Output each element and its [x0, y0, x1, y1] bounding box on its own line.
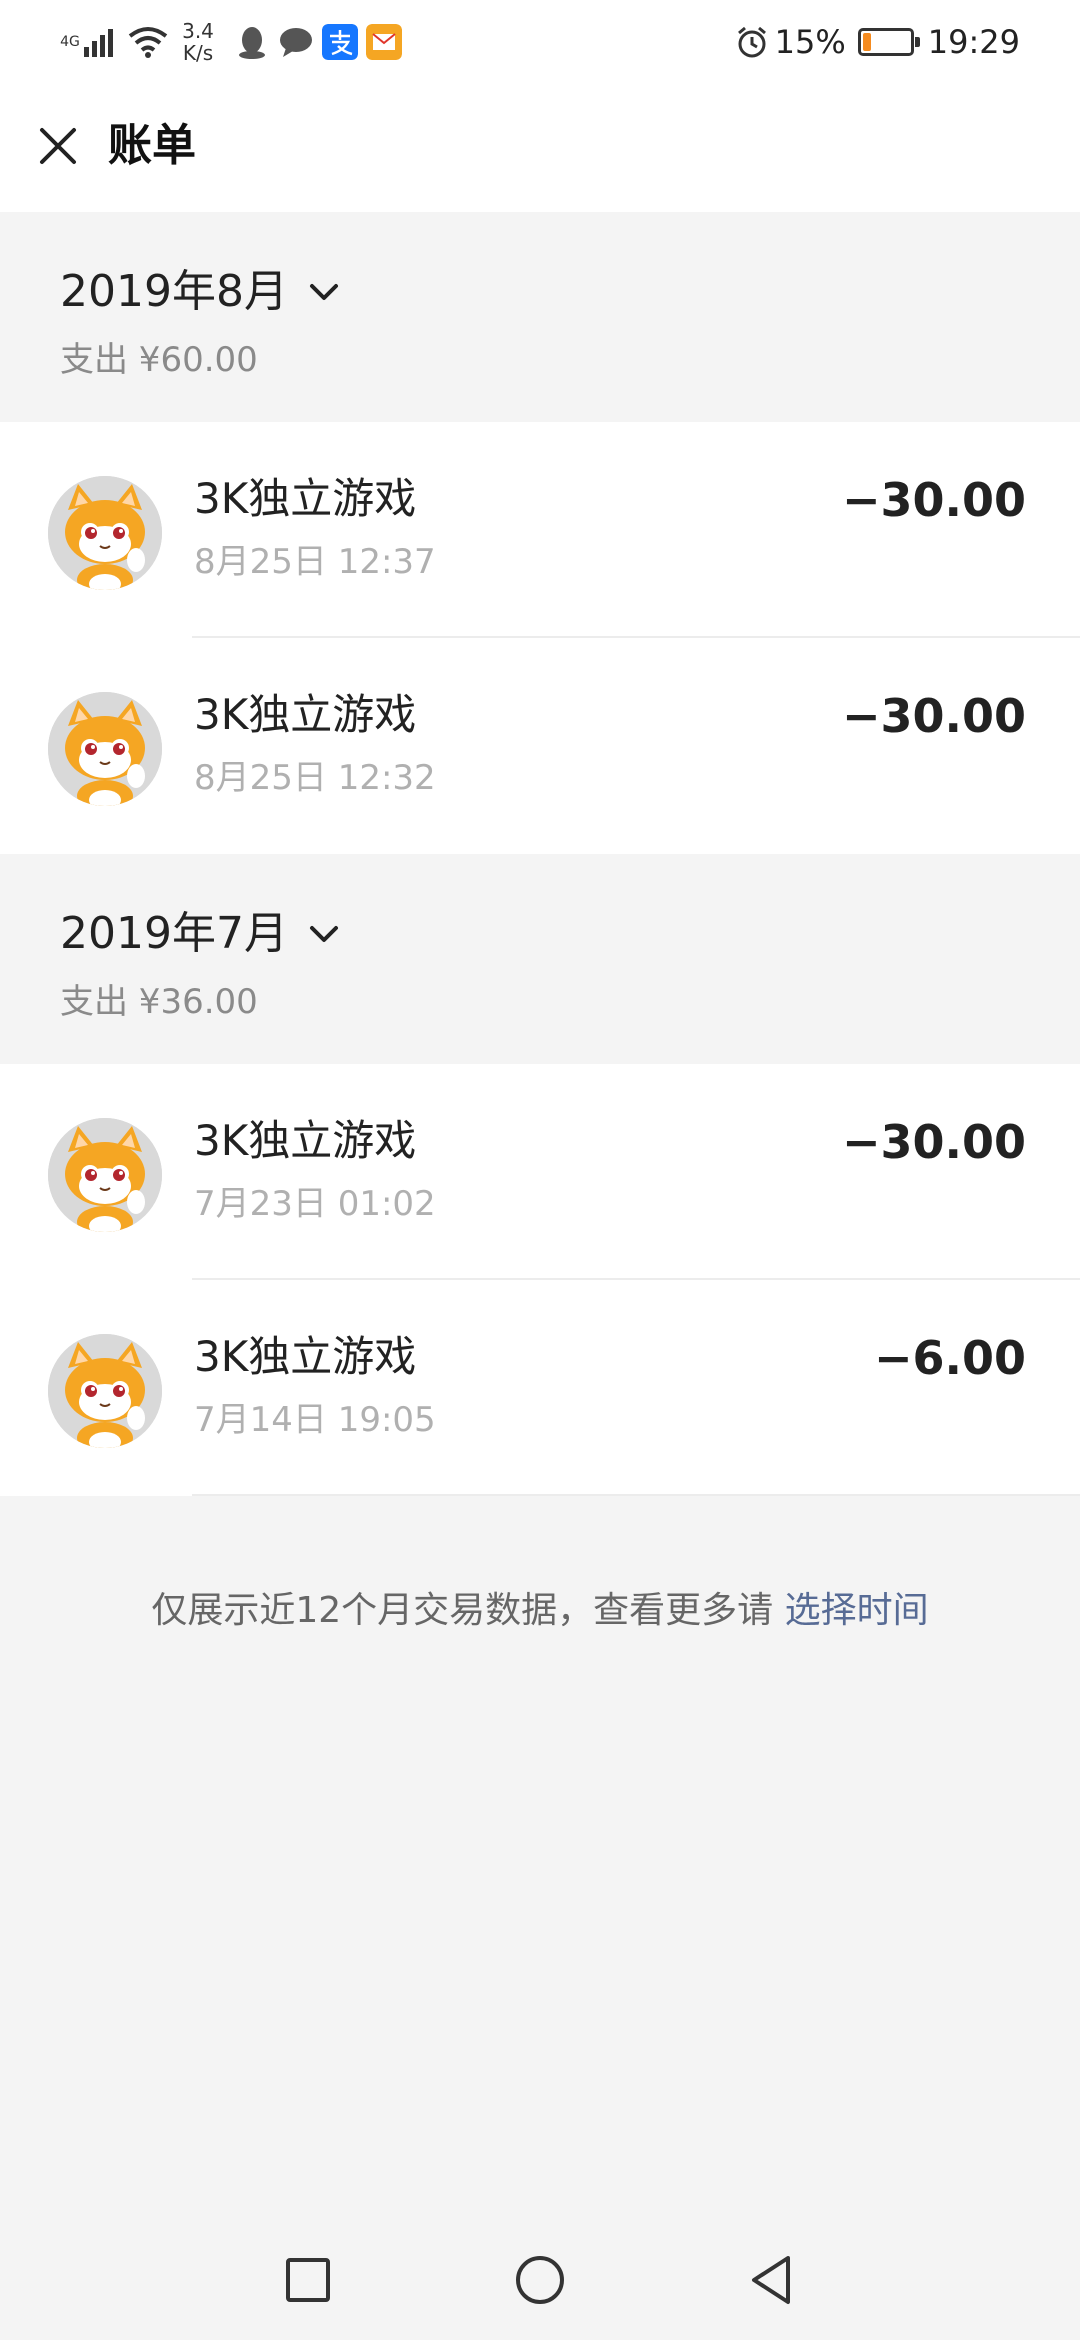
transaction-time: 7月23日 01:02: [194, 1184, 436, 1224]
clock: 19:29: [927, 23, 1020, 61]
alarm-icon: [737, 26, 766, 58]
transaction-row[interactable]: 3K独立游戏 8月25日 12:37 −30.00: [0, 422, 1080, 638]
transaction-row[interactable]: 3K独立游戏 8月25日 12:32 −30.00: [0, 638, 1080, 854]
transaction-time: 8月25日 12:37: [194, 542, 436, 582]
speed-unit: K/s: [182, 41, 214, 65]
speed-value: 3.4: [182, 19, 214, 43]
month-total: 支出 ¥36.00: [60, 982, 258, 1022]
transaction-name: 3K独立游戏: [194, 1332, 417, 1381]
transaction-amount: −30.00: [841, 689, 1026, 743]
month-total: 支出 ¥60.00: [60, 340, 258, 380]
month-label: 2019年8月: [60, 266, 288, 317]
transaction-name: 3K独立游戏: [194, 690, 417, 739]
cat-avatar-icon: [48, 1118, 162, 1232]
transaction-name: 3K独立游戏: [194, 1116, 417, 1165]
page-title: 账单: [108, 120, 196, 171]
battery-percent: 15%: [774, 23, 846, 61]
avatar: [48, 476, 162, 590]
signal-icon: [84, 29, 113, 57]
transaction-name: 3K独立游戏: [194, 474, 417, 523]
transaction-amount: −30.00: [841, 1115, 1026, 1169]
transaction-amount: −30.00: [841, 473, 1026, 527]
cat-avatar-icon: [48, 1334, 162, 1448]
month-picker-button[interactable]: 2019年7月: [60, 906, 342, 962]
network-speed: 3.4 K/s: [178, 20, 218, 64]
close-icon[interactable]: [28, 116, 88, 176]
status-bar-left: 4G 3.4 K/s: [60, 14, 410, 70]
alipay-icon: [322, 24, 358, 60]
transaction-row[interactable]: 3K独立游戏 7月14日 19:05 −6.00: [0, 1280, 1080, 1496]
qq-icon: [239, 27, 265, 59]
cat-avatar-icon: [48, 692, 162, 806]
back-icon[interactable]: [742, 2250, 802, 2310]
history-range-note: 仅展示近12个月交易数据，查看更多请 选择时间: [0, 1586, 1080, 1636]
transaction-amount: −6.00: [873, 1331, 1026, 1385]
avatar: [48, 692, 162, 806]
avatar: [48, 1334, 162, 1448]
month-label: 2019年7月: [60, 908, 288, 959]
status-bar: 4G 3.4 K/s 15% 19:29: [0, 0, 1080, 80]
month-section-header: 2019年8月 支出 ¥60.00: [0, 212, 1080, 422]
select-time-link[interactable]: 选择时间: [785, 1590, 929, 1631]
wifi-icon: [128, 27, 168, 58]
transaction-row[interactable]: 3K独立游戏 7月23日 01:02 −30.00: [0, 1064, 1080, 1280]
battery-fill: [862, 33, 871, 51]
home-icon[interactable]: [510, 2250, 570, 2310]
mail-icon: [366, 24, 402, 60]
chevron-down-icon: [309, 926, 338, 942]
chevron-down-icon: [309, 284, 338, 300]
app-header: 账单: [0, 80, 1080, 212]
cat-avatar-icon: [48, 476, 162, 590]
history-note-text: 仅展示近12个月交易数据，查看更多请: [151, 1590, 785, 1631]
status-bar-right: 15% 19:29: [735, 14, 1020, 70]
divider: [192, 1494, 1080, 1496]
recents-icon[interactable]: [278, 2250, 338, 2310]
month-picker-button[interactable]: 2019年8月: [60, 264, 342, 320]
avatar: [48, 1118, 162, 1232]
battery-icon: [857, 28, 920, 56]
transaction-time: 7月14日 19:05: [194, 1400, 436, 1440]
system-nav-bar: [0, 2220, 1080, 2340]
network-type: 4G: [60, 34, 80, 50]
month-section-header: 2019年7月 支出 ¥36.00: [0, 854, 1080, 1064]
transaction-time: 8月25日 12:32: [194, 758, 436, 798]
chat-bubble-icon: [280, 28, 312, 57]
